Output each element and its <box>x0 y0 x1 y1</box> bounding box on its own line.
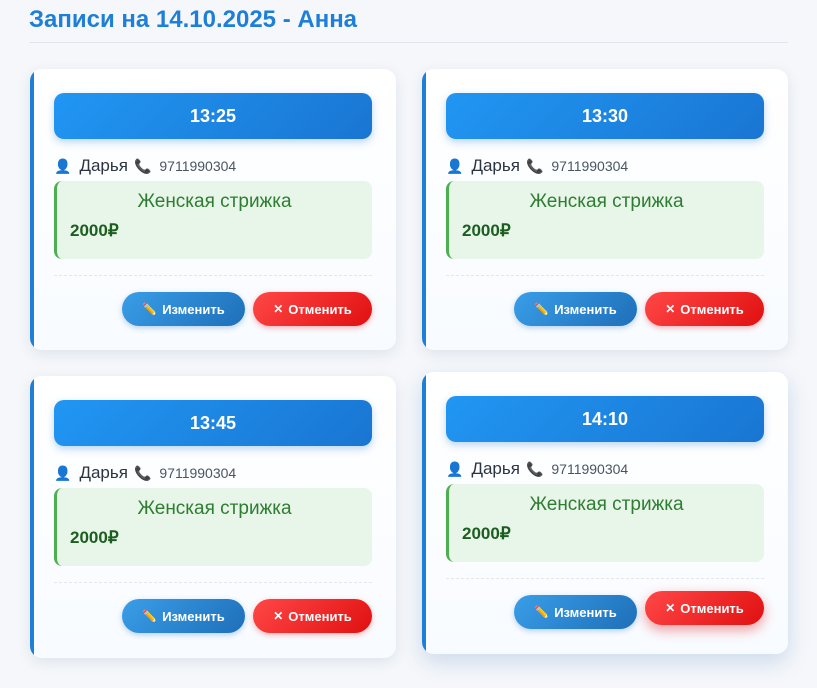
close-icon: ✕ <box>665 302 676 316</box>
service-name: Женская стрижка <box>529 191 684 212</box>
client-phone: 9711990304 <box>551 158 629 174</box>
phone-icon: 📞 <box>133 158 152 174</box>
client-name: Дарья <box>471 156 520 175</box>
client-phone: 9711990304 <box>159 465 237 481</box>
cancel-button[interactable]: ✕ Отменить <box>645 591 764 625</box>
pencil-icon: ✏️ <box>534 605 550 619</box>
appointment-time: 14:10 <box>446 396 764 442</box>
service-name: Женская стрижка <box>137 498 292 519</box>
person-icon: 👤 <box>446 158 464 174</box>
edit-button-label: Изменить <box>554 604 617 620</box>
cancel-button[interactable]: ✕ Отменить <box>253 292 372 326</box>
phone-icon: 📞 <box>525 461 544 477</box>
client-phone: 9711990304 <box>551 461 629 477</box>
cancel-button[interactable]: ✕ Отменить <box>253 599 372 633</box>
service-box: Женская стрижка 2000₽ <box>54 181 372 259</box>
appointment-card: 14:10 👤 Дарья 📞 9711990304 Женская стриж… <box>422 372 788 654</box>
close-icon: ✕ <box>665 601 676 615</box>
client-name: Дарья <box>79 463 128 482</box>
pencil-icon: ✏️ <box>534 302 550 316</box>
cancel-button-label: Отменить <box>288 608 352 624</box>
close-icon: ✕ <box>273 609 284 623</box>
service-price: 2000₽ <box>70 528 119 547</box>
phone-icon: 📞 <box>525 158 544 174</box>
close-icon: ✕ <box>273 302 284 316</box>
edit-button[interactable]: ✏️ Изменить <box>514 292 637 326</box>
edit-button-label: Изменить <box>162 301 225 317</box>
card-divider <box>446 578 764 579</box>
client-name: Дарья <box>471 459 520 478</box>
client-info: 👤 Дарья 📞 9711990304 <box>446 155 628 177</box>
card-divider <box>446 275 764 276</box>
service-price: 2000₽ <box>70 221 119 240</box>
appointment-card: 13:25 👤 Дарья 📞 9711990304 Женская стриж… <box>30 69 396 350</box>
client-info: 👤 Дарья 📞 9711990304 <box>446 458 628 480</box>
cancel-button-label: Отменить <box>680 600 744 616</box>
service-price: 2000₽ <box>462 524 511 543</box>
service-name: Женская стрижка <box>529 494 684 515</box>
client-phone: 9711990304 <box>159 158 237 174</box>
client-info: 👤 Дарья 📞 9711990304 <box>54 462 236 484</box>
cancel-button-label: Отменить <box>680 301 744 317</box>
edit-button[interactable]: ✏️ Изменить <box>122 599 245 633</box>
edit-button[interactable]: ✏️ Изменить <box>514 595 637 629</box>
pencil-icon: ✏️ <box>142 302 158 316</box>
card-divider <box>54 582 372 583</box>
person-icon: 👤 <box>446 461 464 477</box>
person-icon: 👤 <box>54 158 72 174</box>
pencil-icon: ✏️ <box>142 609 158 623</box>
appointment-time: 13:25 <box>54 93 372 139</box>
service-name: Женская стрижка <box>137 191 292 212</box>
person-icon: 👤 <box>54 465 72 481</box>
appointment-card: 13:45 👤 Дарья 📞 9711990304 Женская стриж… <box>30 376 396 658</box>
client-name: Дарья <box>79 156 128 175</box>
card-divider <box>54 275 372 276</box>
edit-button[interactable]: ✏️ Изменить <box>122 292 245 326</box>
title-divider <box>29 42 788 43</box>
service-price: 2000₽ <box>462 221 511 240</box>
appointment-card: 13:30 👤 Дарья 📞 9711990304 Женская стриж… <box>422 69 788 350</box>
edit-button-label: Изменить <box>554 301 617 317</box>
service-box: Женская стрижка 2000₽ <box>446 484 764 562</box>
service-box: Женская стрижка 2000₽ <box>446 181 764 259</box>
phone-icon: 📞 <box>133 465 152 481</box>
cancel-button[interactable]: ✕ Отменить <box>645 292 764 326</box>
client-info: 👤 Дарья 📞 9711990304 <box>54 155 236 177</box>
appointment-time: 13:45 <box>54 400 372 446</box>
edit-button-label: Изменить <box>162 608 225 624</box>
cancel-button-label: Отменить <box>288 301 352 317</box>
appointments-page: Записи на 14.10.2025 - Анна 13:25 👤 Дарь… <box>0 0 817 688</box>
service-box: Женская стрижка 2000₽ <box>54 488 372 566</box>
appointment-time: 13:30 <box>446 93 764 139</box>
page-title: Записи на 14.10.2025 - Анна <box>29 6 358 33</box>
